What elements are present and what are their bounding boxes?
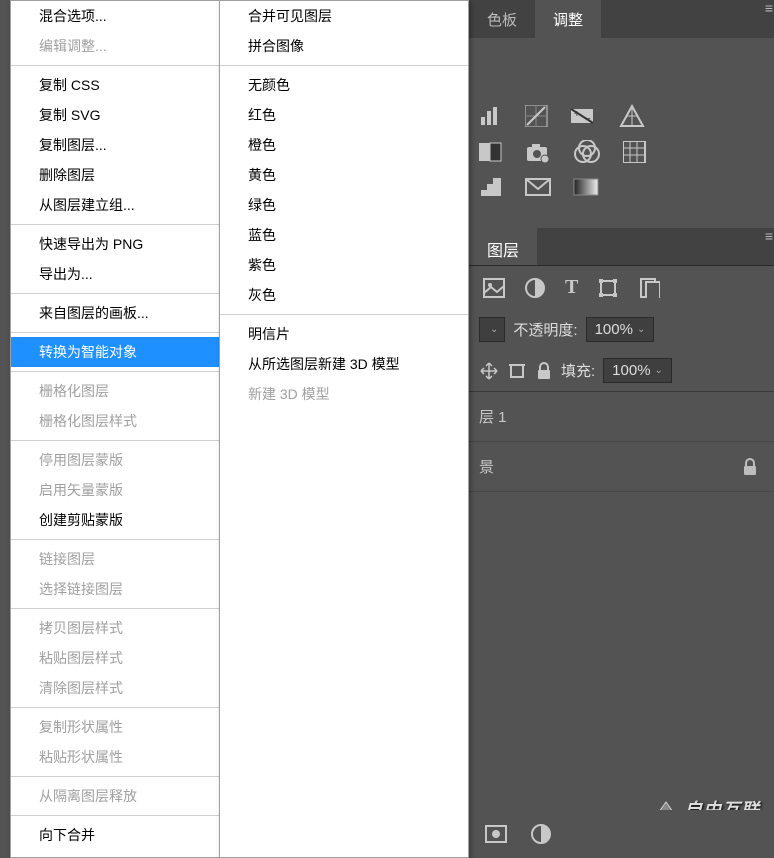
fill-input[interactable]: 100%⌄ <box>603 358 672 383</box>
mi-green[interactable]: 绿色 <box>220 190 468 220</box>
panel-tabs: 色板 调整 ≡ <box>469 0 774 38</box>
mi-copy-layer-style: 拷贝图层样式 <box>11 613 219 643</box>
artboard-lock-icon[interactable] <box>507 361 527 381</box>
mask-footer-icon[interactable] <box>485 825 507 843</box>
mi-orange[interactable]: 橙色 <box>220 130 468 160</box>
mi-artboard-from-layers[interactable]: 来自图层的画板... <box>11 298 219 328</box>
adjustment-icons-row-2 <box>469 134 774 170</box>
layer-row-1[interactable]: 层 1 <box>469 392 774 442</box>
right-panel: 色板 调整 ≡ +− 图层 ≡ T ⌄ 不透明度: 100%⌄ <box>469 0 774 858</box>
exposure-icon[interactable]: +− <box>571 105 597 127</box>
mi-blend-options[interactable]: 混合选项... <box>11 1 219 31</box>
layer-name: 景 <box>479 456 494 477</box>
lock-all-icon[interactable] <box>535 361 553 381</box>
stairs-icon[interactable] <box>479 176 503 198</box>
grid-icon[interactable] <box>623 141 647 163</box>
triangle-icon[interactable] <box>619 104 645 128</box>
tab-adjustments[interactable]: 调整 <box>535 0 601 38</box>
mi-new-3d: 新建 3D 模型 <box>220 379 468 409</box>
move-lock-icon[interactable] <box>479 361 499 381</box>
curves-icon[interactable] <box>525 105 549 127</box>
mi-new-3d-from-selection[interactable]: 从所选图层新建 3D 模型 <box>220 349 468 379</box>
gradient-icon[interactable] <box>573 177 599 197</box>
mi-delete-layer[interactable]: 删除图层 <box>11 160 219 190</box>
fill-label: 填充: <box>561 360 595 381</box>
adjustment-footer-icon[interactable] <box>531 824 551 844</box>
mi-select-linked: 选择链接图层 <box>11 574 219 604</box>
mi-create-clipping-mask[interactable]: 创建剪贴蒙版 <box>11 505 219 535</box>
mi-rasterize-style: 栅格化图层样式 <box>11 406 219 436</box>
opacity-input[interactable]: 100%⌄ <box>586 317 655 342</box>
svg-text:−: − <box>585 114 591 125</box>
context-menu-right: 合并可见图层 拼合图像 无颜色 红色 橙色 黄色 绿色 蓝色 紫色 灰色 明信片… <box>219 0 469 858</box>
mi-export-as[interactable]: 导出为... <box>11 259 219 289</box>
tab-swatches[interactable]: 色板 <box>469 0 535 38</box>
mi-link-layers: 链接图层 <box>11 544 219 574</box>
adjustment-filter-icon[interactable] <box>525 278 545 298</box>
overlap-circles-icon[interactable] <box>573 140 601 164</box>
mi-disable-layer-mask: 停用图层蒙版 <box>11 445 219 475</box>
fill-row: 填充: 100%⌄ <box>469 350 774 391</box>
layer-filter-row: T <box>469 266 774 309</box>
mi-flatten[interactable]: 拼合图像 <box>220 31 468 61</box>
mi-duplicate-layer[interactable]: 复制图层... <box>11 130 219 160</box>
camera-icon[interactable] <box>525 141 551 163</box>
mi-release-isolation: 从隔离图层释放 <box>11 781 219 811</box>
mi-copy-svg[interactable]: 复制 SVG <box>11 100 219 130</box>
mi-enable-vector-mask: 启用矢量蒙版 <box>11 475 219 505</box>
shape-filter-icon[interactable] <box>598 278 620 298</box>
mi-rasterize-layer: 栅格化图层 <box>11 376 219 406</box>
tab-layers[interactable]: 图层 <box>469 228 537 265</box>
mi-blue[interactable]: 蓝色 <box>220 220 468 250</box>
mi-gray[interactable]: 灰色 <box>220 280 468 310</box>
mi-copy-css[interactable]: 复制 CSS <box>11 70 219 100</box>
layers-tabs: 图层 ≡ <box>469 228 774 266</box>
mi-copy-shape-attrs: 复制形状属性 <box>11 712 219 742</box>
lock-icon[interactable] <box>742 458 758 476</box>
layer-name: 层 1 <box>479 406 507 427</box>
layer-footer <box>469 810 774 858</box>
mi-merge-visible[interactable]: 合并可见图层 <box>220 1 468 31</box>
mi-merge-down[interactable]: 向下合并 <box>11 820 219 850</box>
text-filter-icon[interactable]: T <box>565 276 578 299</box>
mi-no-color[interactable]: 无颜色 <box>220 70 468 100</box>
layers-menu-icon[interactable]: ≡ <box>765 228 774 265</box>
adjustment-icons-row-1: +− <box>469 98 774 134</box>
mi-red[interactable]: 红色 <box>220 100 468 130</box>
mi-postcard[interactable]: 明信片 <box>220 319 468 349</box>
context-menu-left: 混合选项... 编辑调整... 复制 CSS 复制 SVG 复制图层... 删除… <box>10 0 220 858</box>
histogram-icon[interactable] <box>479 105 503 127</box>
mi-paste-shape-attrs: 粘贴形状属性 <box>11 742 219 772</box>
mi-yellow[interactable]: 黄色 <box>220 160 468 190</box>
mi-quick-export-png[interactable]: 快速导出为 PNG <box>11 229 219 259</box>
opacity-row: ⌄ 不透明度: 100%⌄ <box>469 309 774 350</box>
mi-convert-smart[interactable]: 转换为智能对象 <box>11 337 219 367</box>
mi-purple[interactable]: 紫色 <box>220 250 468 280</box>
envelope-icon[interactable] <box>525 177 551 197</box>
mi-paste-layer-style: 粘贴图层样式 <box>11 643 219 673</box>
mi-group-from-layers[interactable]: 从图层建立组... <box>11 190 219 220</box>
adjustment-icons-row-3 <box>469 170 774 204</box>
smart-filter-icon[interactable] <box>640 278 660 298</box>
mi-edit-adjust: 编辑调整... <box>11 31 219 61</box>
opacity-label: 不透明度: <box>513 319 577 340</box>
svg-text:+: + <box>574 109 580 120</box>
image-filter-icon[interactable] <box>483 278 505 298</box>
panel-menu-icon[interactable]: ≡ <box>765 0 774 38</box>
blend-mode-dropdown[interactable]: ⌄ <box>479 317 505 342</box>
mi-clear-layer-style: 清除图层样式 <box>11 673 219 703</box>
layer-row-background[interactable]: 景 <box>469 442 774 492</box>
layer-stack: 层 1 景 <box>469 391 774 492</box>
split-icon[interactable] <box>479 141 503 163</box>
